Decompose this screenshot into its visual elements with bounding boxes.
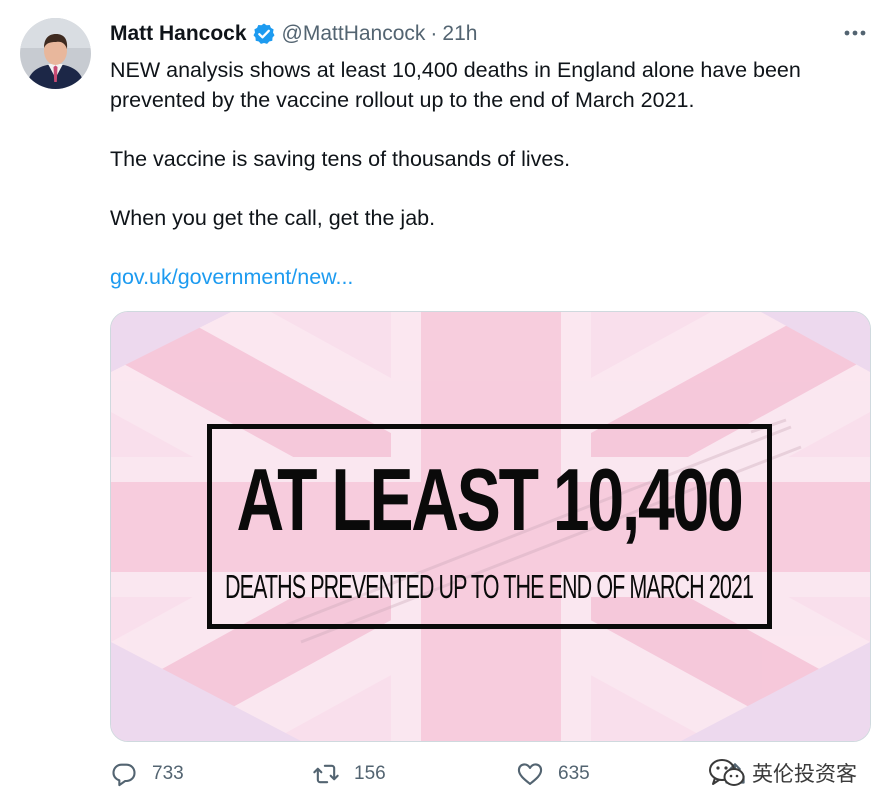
media-graphic: AT LEAST 10,400 DEATHS PREVENTED UP TO T… [111, 312, 870, 741]
tweet-header: Matt Hancock @MattHancock · 21h [110, 19, 477, 49]
media-subline: DEATHS PREVENTED UP TO THE END OF MARCH … [225, 568, 753, 605]
reply-icon [112, 763, 136, 787]
watermark-text: 英伦投资客 [752, 762, 857, 786]
retweet-count: 156 [354, 763, 386, 784]
tweet-paragraph: The vaccine is saving tens of thousands … [110, 147, 571, 171]
tweet-text: NEW analysis shows at least 10,400 death… [110, 55, 860, 292]
reply-button[interactable]: 733 [110, 758, 184, 790]
more-horizontal-icon [844, 30, 866, 36]
avatar-photo [20, 18, 91, 89]
avatar[interactable] [20, 18, 91, 89]
tweet-paragraph: When you get the call, get the jab. [110, 206, 436, 230]
like-count: 635 [558, 763, 590, 784]
reply-count: 733 [152, 763, 184, 784]
media-headline: AT LEAST 10,400 [237, 450, 742, 549]
wechat-icon [709, 759, 745, 786]
more-button[interactable] [838, 20, 872, 46]
separator-dot: · [430, 22, 438, 45]
heart-icon [517, 763, 543, 785]
author-handle[interactable]: @MattHancock [282, 22, 426, 46]
verified-badge-icon [252, 22, 276, 46]
author-name[interactable]: Matt Hancock [110, 22, 247, 46]
watermark: 英伦投资客 [708, 757, 857, 789]
retweet-button[interactable]: 156 [312, 758, 386, 790]
tweet: Matt Hancock @MattHancock · 21h NEW anal… [0, 0, 890, 807]
tweet-link[interactable]: gov.uk/government/new... [110, 265, 353, 289]
like-button[interactable]: 635 [516, 758, 590, 790]
tweet-paragraph: NEW analysis shows at least 10,400 death… [110, 58, 801, 112]
retweet-icon [313, 764, 339, 784]
tweet-media-image[interactable]: AT LEAST 10,400 DEATHS PREVENTED UP TO T… [110, 311, 871, 742]
tweet-time[interactable]: 21h [442, 22, 477, 46]
